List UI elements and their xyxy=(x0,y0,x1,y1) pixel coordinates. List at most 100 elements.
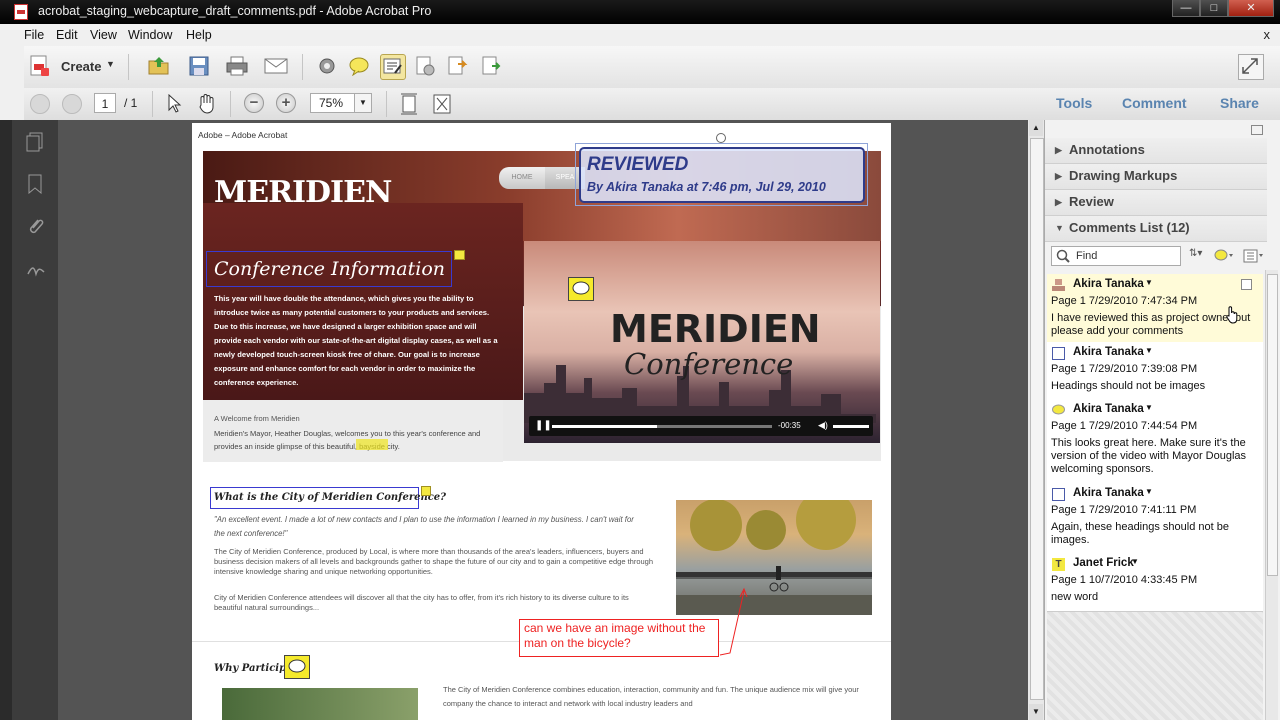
author-dropdown-icon[interactable]: ▼ xyxy=(1145,346,1153,355)
comment-item[interactable]: T Janet Frick ▼ Page 1 10/7/2010 4:33:45… xyxy=(1047,553,1263,612)
menu-file[interactable]: File xyxy=(24,28,44,42)
create-button[interactable]: Create xyxy=(61,59,101,74)
tab-share[interactable]: Share xyxy=(1220,95,1259,111)
hand-tool-icon[interactable] xyxy=(196,93,218,115)
expand-view-icon[interactable] xyxy=(1238,54,1264,80)
minimize-button[interactable]: — xyxy=(1172,0,1200,17)
comment-meta: Page 1 7/29/2010 7:41:11 PM xyxy=(1051,504,1197,516)
navigation-toolbar: 1 / 1 − + 75% ▼ Tools Comment Share xyxy=(24,88,1280,121)
scroll-down-icon[interactable]: ▼ xyxy=(1029,704,1043,720)
menu-edit[interactable]: Edit xyxy=(56,28,78,42)
create-pdf-icon[interactable] xyxy=(28,54,52,78)
rotate-handle[interactable] xyxy=(716,133,726,143)
section-review[interactable]: ▶ Review xyxy=(1045,190,1267,216)
comment-body: Headings should not be images xyxy=(1051,380,1206,392)
video-progress-fill xyxy=(552,425,657,428)
comment-meta: Page 1 7/29/2010 7:44:54 PM xyxy=(1051,420,1198,432)
comment-note-icon[interactable] xyxy=(568,277,594,301)
zoom-out-icon[interactable]: − xyxy=(244,93,264,113)
intro-paragraph: This year will have double the attendanc… xyxy=(214,294,498,387)
previous-page-icon[interactable] xyxy=(30,94,50,114)
comment-pane: ▶ Annotations ▶ Drawing Markups ▶ Review ▼ C… xyxy=(1044,120,1280,720)
maximize-button[interactable]: □ xyxy=(1200,0,1228,17)
comment-item[interactable]: Akira Tanaka ▼ Page 1 7/29/2010 7:39:08 … xyxy=(1047,342,1263,400)
fit-page-icon[interactable] xyxy=(400,93,418,115)
filter-comments-icon[interactable] xyxy=(1213,248,1235,264)
scroll-thumb[interactable] xyxy=(1030,138,1044,700)
comment-meta: Page 1 10/7/2010 4:33:45 PM xyxy=(1051,574,1198,586)
city-paragraph-2: City of Meridien Conference attendees wi… xyxy=(214,593,629,612)
email-icon[interactable] xyxy=(264,56,288,76)
bookmarks-icon[interactable] xyxy=(26,174,44,195)
attach-file-icon[interactable] xyxy=(414,56,436,76)
chevron-down-icon[interactable]: ▼ xyxy=(106,59,115,69)
comment-item[interactable]: Akira Tanaka ▼ Page 1 7/29/2010 7:44:54 … xyxy=(1047,399,1263,484)
comment-note-icon[interactable] xyxy=(284,655,310,679)
document-scrollbar[interactable]: ▲ ▼ xyxy=(1028,120,1044,720)
close-button[interactable]: ✕ xyxy=(1228,0,1274,17)
open-folder-icon[interactable] xyxy=(148,56,170,76)
sticky-note-icon[interactable] xyxy=(421,486,431,496)
zoom-level-input[interactable]: 75% xyxy=(310,93,356,113)
full-screen-icon[interactable] xyxy=(432,93,452,115)
next-page-icon[interactable] xyxy=(62,94,82,114)
tab-tools[interactable]: Tools xyxy=(1056,95,1092,111)
text-insert-icon: T xyxy=(1052,558,1065,571)
city-heading: What is the City of Meridien Conference? xyxy=(214,492,447,503)
video-time: -00:35 xyxy=(778,421,801,430)
tab-comment[interactable]: Comment xyxy=(1122,95,1187,111)
comments-list-empty-area xyxy=(1047,612,1263,720)
comments-scroll-thumb[interactable] xyxy=(1267,274,1278,576)
section-annotations[interactable]: ▶ Annotations xyxy=(1045,138,1267,164)
gear-icon[interactable] xyxy=(316,56,338,76)
save-icon[interactable] xyxy=(188,56,210,76)
welcome-title: A Welcome from Meridien xyxy=(214,414,300,423)
rectangle-icon xyxy=(1052,347,1065,360)
search-icon xyxy=(1056,249,1070,266)
menu-window[interactable]: Window xyxy=(128,28,172,42)
video-logo-sub: Conference xyxy=(624,347,794,381)
window-title: acrobat_staging_webcapture_draft_comment… xyxy=(38,4,432,18)
comment-author: Akira Tanaka xyxy=(1073,346,1144,358)
highlight-text-icon[interactable] xyxy=(380,54,406,80)
find-input[interactable]: Find xyxy=(1051,246,1181,266)
export-icon[interactable] xyxy=(446,56,468,76)
highlight-markup[interactable] xyxy=(356,439,388,450)
sticky-note-icon[interactable] xyxy=(454,250,465,260)
menu-help[interactable]: Help xyxy=(186,28,212,42)
section-comments-list[interactable]: ▼ Comments List (12) xyxy=(1045,216,1267,242)
close-document-icon[interactable]: x xyxy=(1264,27,1271,42)
comment-checkbox[interactable] xyxy=(1241,279,1252,290)
pause-icon[interactable]: ❚❚ xyxy=(535,420,552,431)
attachments-icon[interactable] xyxy=(26,216,44,236)
zoom-dropdown-icon[interactable]: ▼ xyxy=(354,93,372,113)
video-logo-main: MERIDIEN xyxy=(610,307,821,351)
signatures-icon[interactable] xyxy=(26,260,45,280)
callout-textbox[interactable]: can we have an image without the man on … xyxy=(519,619,719,657)
send-for-review-icon[interactable] xyxy=(480,56,502,76)
panel-options-icon[interactable] xyxy=(1251,125,1263,135)
page-number-input[interactable]: 1 xyxy=(94,93,116,113)
quote-text: "An excellent event. I made a lot of new… xyxy=(214,515,634,538)
section-drawing-markups[interactable]: ▶ Drawing Markups xyxy=(1045,164,1267,190)
zoom-in-icon[interactable]: + xyxy=(276,93,296,113)
comments-scrollbar[interactable] xyxy=(1265,270,1278,720)
comment-item[interactable]: Akira Tanaka ▼ Page 1 7/29/2010 7:41:11 … xyxy=(1047,483,1263,554)
author-dropdown-icon[interactable]: ▼ xyxy=(1145,487,1153,496)
select-tool-icon[interactable] xyxy=(166,93,182,114)
comment-body: Again, these headings should not be imag… xyxy=(1051,521,1229,546)
main-toolbar: Create ▼ xyxy=(24,46,1280,89)
scroll-up-icon[interactable]: ▲ xyxy=(1029,120,1043,136)
author-dropdown-icon[interactable]: ▼ xyxy=(1145,403,1153,412)
sort-comments-icon[interactable]: ⇅▾ xyxy=(1189,248,1207,264)
page-thumbnails-icon[interactable] xyxy=(26,132,44,152)
volume-slider[interactable] xyxy=(833,425,869,428)
volume-icon[interactable]: ◀) xyxy=(818,420,828,431)
author-dropdown-icon[interactable]: ▼ xyxy=(1145,278,1153,287)
comment-options-icon[interactable] xyxy=(1243,248,1265,264)
print-icon[interactable] xyxy=(226,56,248,76)
comment-bubble-icon[interactable] xyxy=(348,56,370,77)
author-dropdown-icon[interactable]: ▼ xyxy=(1131,557,1139,566)
menu-view[interactable]: View xyxy=(90,28,117,42)
pdf-file-icon xyxy=(14,4,28,20)
